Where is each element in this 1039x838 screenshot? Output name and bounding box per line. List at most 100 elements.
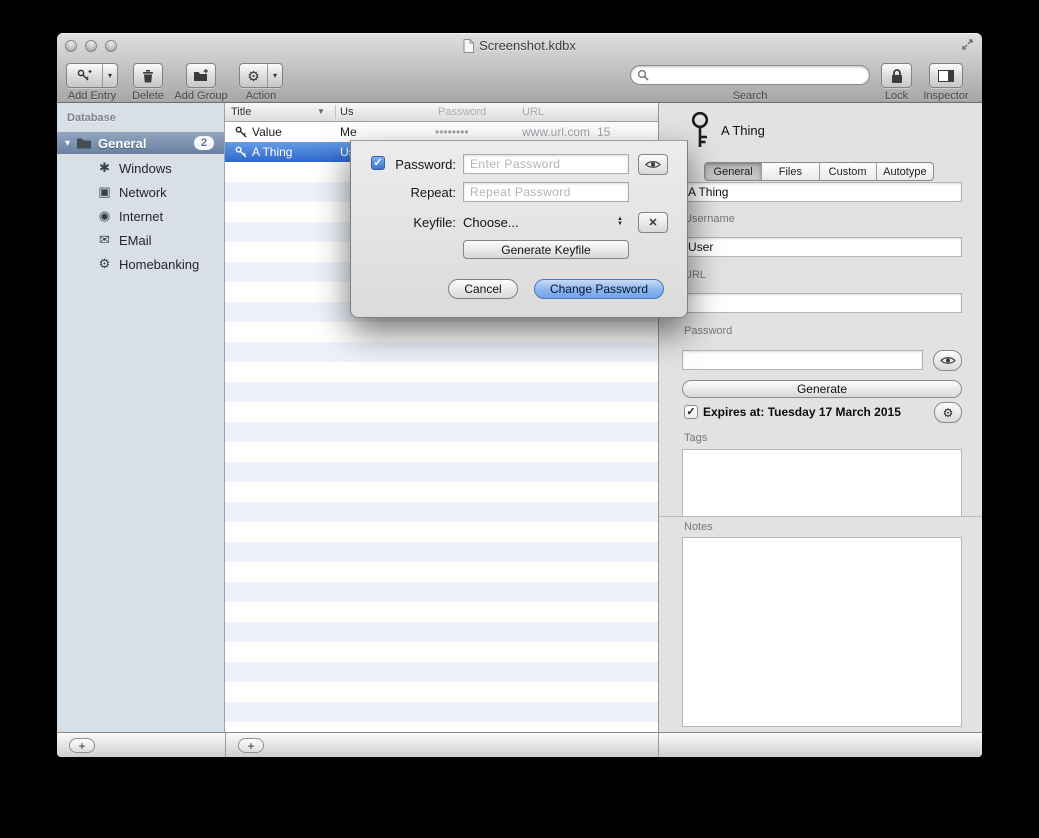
trash-icon	[142, 69, 154, 83]
eye-icon	[940, 356, 956, 365]
sidebar-item-network[interactable]: ▣ Network	[97, 180, 167, 204]
sidebar-item-email[interactable]: ✉ EMail	[97, 228, 152, 252]
tab-custom[interactable]: Custom	[820, 163, 877, 180]
entry-count-badge: 2	[194, 136, 214, 150]
add-entry-footer-button[interactable]: +	[238, 738, 264, 753]
change-password-sheet: ✓ Password: Repeat: Keyfile: Choose... ▲…	[350, 140, 688, 318]
expires-checkbox[interactable]: ✓	[684, 405, 698, 419]
sidebar-item-internet[interactable]: ◉ Internet	[97, 204, 163, 228]
stepper-icon: ▲▼	[617, 217, 623, 227]
disclosure-triangle-icon[interactable]: ▾	[65, 138, 70, 149]
sidebar-group-label: General	[98, 136, 146, 151]
entry-title: Value	[252, 122, 282, 142]
sidebar-item-label: Windows	[119, 161, 172, 176]
entry-key-icon	[687, 111, 713, 149]
delete-button[interactable]	[133, 63, 163, 88]
fullscreen-icon[interactable]	[961, 38, 974, 51]
username-label: Username	[684, 213, 735, 225]
column-url[interactable]: URL	[522, 106, 544, 118]
sidebar-item-windows[interactable]: ✱ Windows	[97, 156, 172, 180]
entry-row-value[interactable]: Value Me •••••••• www.url.com 15	[225, 122, 658, 142]
expires-gear-button[interactable]: ⚙	[934, 402, 962, 423]
column-title[interactable]: Title	[231, 106, 251, 118]
inspector-label: Inspector	[921, 90, 971, 102]
password-field[interactable]	[682, 350, 923, 370]
cancel-button[interactable]: Cancel	[448, 279, 518, 299]
tags-label: Tags	[684, 432, 707, 444]
entry-modified: 15	[597, 122, 610, 142]
add-group-button[interactable]	[186, 63, 216, 88]
key-icon	[235, 146, 247, 158]
tab-autotype[interactable]: Autotype	[877, 163, 933, 180]
sort-arrow-icon: ▼	[317, 107, 325, 116]
url-field[interactable]	[682, 293, 962, 313]
generate-password-button[interactable]: Generate	[682, 380, 962, 398]
delete-label: Delete	[121, 90, 175, 102]
panel-divider[interactable]	[225, 733, 226, 757]
mail-icon: ✉	[97, 232, 112, 248]
titlebar[interactable]: Screenshot.kdbx	[57, 33, 982, 57]
tab-files[interactable]: Files	[762, 163, 819, 180]
chevron-down-icon[interactable]: ▾	[102, 64, 117, 87]
generate-keyfile-button[interactable]: Generate Keyfile	[463, 240, 629, 259]
add-entry-label: Add Entry	[61, 90, 123, 102]
folder-icon	[76, 137, 92, 149]
entry-url: www.url.com	[522, 122, 590, 142]
notes-input[interactable]	[682, 537, 962, 727]
panel-divider[interactable]	[658, 733, 659, 757]
sheet-password-label: Password:	[381, 157, 456, 172]
network-icon: ▣	[97, 184, 112, 200]
sheet-repeat-input[interactable]	[463, 182, 629, 202]
title-field[interactable]	[682, 182, 962, 202]
add-group-label: Add Group	[173, 90, 229, 102]
chevron-down-icon[interactable]: ▾	[267, 64, 282, 87]
sidebar-item-label: Internet	[119, 209, 163, 224]
title-area: Screenshot.kdbx	[57, 37, 982, 54]
search-input[interactable]	[630, 65, 870, 85]
gear-icon: ⚙	[247, 69, 260, 83]
lock-button[interactable]	[881, 63, 912, 88]
toolbar: ▾ Add Entry Delete Add Group ⚙ ▾ Action	[57, 57, 982, 103]
document-icon	[463, 39, 474, 53]
column-username[interactable]: Us	[340, 106, 353, 118]
column-password[interactable]: Password	[438, 106, 486, 118]
action-button[interactable]: ⚙ ▾	[239, 63, 283, 88]
windows-icon: ✱	[97, 160, 112, 176]
folder-plus-icon	[193, 69, 209, 82]
eye-icon	[645, 160, 661, 169]
sheet-password-input[interactable]	[463, 154, 629, 174]
search-icon	[637, 69, 649, 81]
password-label: Password	[684, 325, 732, 337]
keyfile-value: Choose...	[463, 215, 519, 230]
username-field[interactable]	[682, 237, 962, 257]
inspector-tabs: General Files Custom Autotype	[704, 162, 934, 181]
app-window: Screenshot.kdbx ▾ Add Entry Delete Add G…	[57, 33, 982, 757]
tab-general[interactable]: General	[705, 163, 762, 180]
tags-input[interactable]	[682, 449, 962, 517]
keyfile-popup[interactable]: Choose... ▲▼	[463, 212, 629, 232]
add-entry-button[interactable]: ▾	[66, 63, 118, 88]
sidebar: Database ▾ General 2 ✱ Windows ▣ Network…	[57, 103, 225, 732]
window-title: Screenshot.kdbx	[479, 38, 576, 53]
sidebar-section-header: Database	[67, 112, 116, 124]
column-divider[interactable]	[335, 105, 336, 119]
inspector-panel: A Thing General Files Custom Autotype Us…	[658, 103, 982, 732]
sidebar-item-label: Network	[119, 185, 167, 200]
gear-icon: ⚙	[943, 406, 954, 420]
inspector-button[interactable]	[929, 63, 963, 88]
lock-label: Lock	[881, 90, 912, 102]
sidebar-group-general[interactable]: ▾ General 2	[57, 132, 224, 154]
sheet-keyfile-label: Keyfile:	[381, 215, 456, 230]
entry-username: Me	[340, 122, 357, 142]
sheet-reveal-password-button[interactable]	[638, 154, 668, 175]
clear-keyfile-button[interactable]: ✕	[638, 212, 668, 233]
expires-label: Expires at: Tuesday 17 March 2015	[703, 405, 901, 419]
sidebar-item-homebanking[interactable]: ⚙ Homebanking	[97, 252, 199, 276]
add-group-footer-button[interactable]: +	[69, 738, 95, 753]
entry-title: A Thing	[252, 142, 292, 162]
entry-list-header: Title ▼ Us Password URL	[225, 103, 658, 122]
change-password-button[interactable]: Change Password	[534, 279, 664, 299]
globe-icon: ◉	[97, 208, 112, 224]
reveal-password-button[interactable]	[933, 350, 962, 371]
splitter[interactable]	[659, 516, 982, 517]
